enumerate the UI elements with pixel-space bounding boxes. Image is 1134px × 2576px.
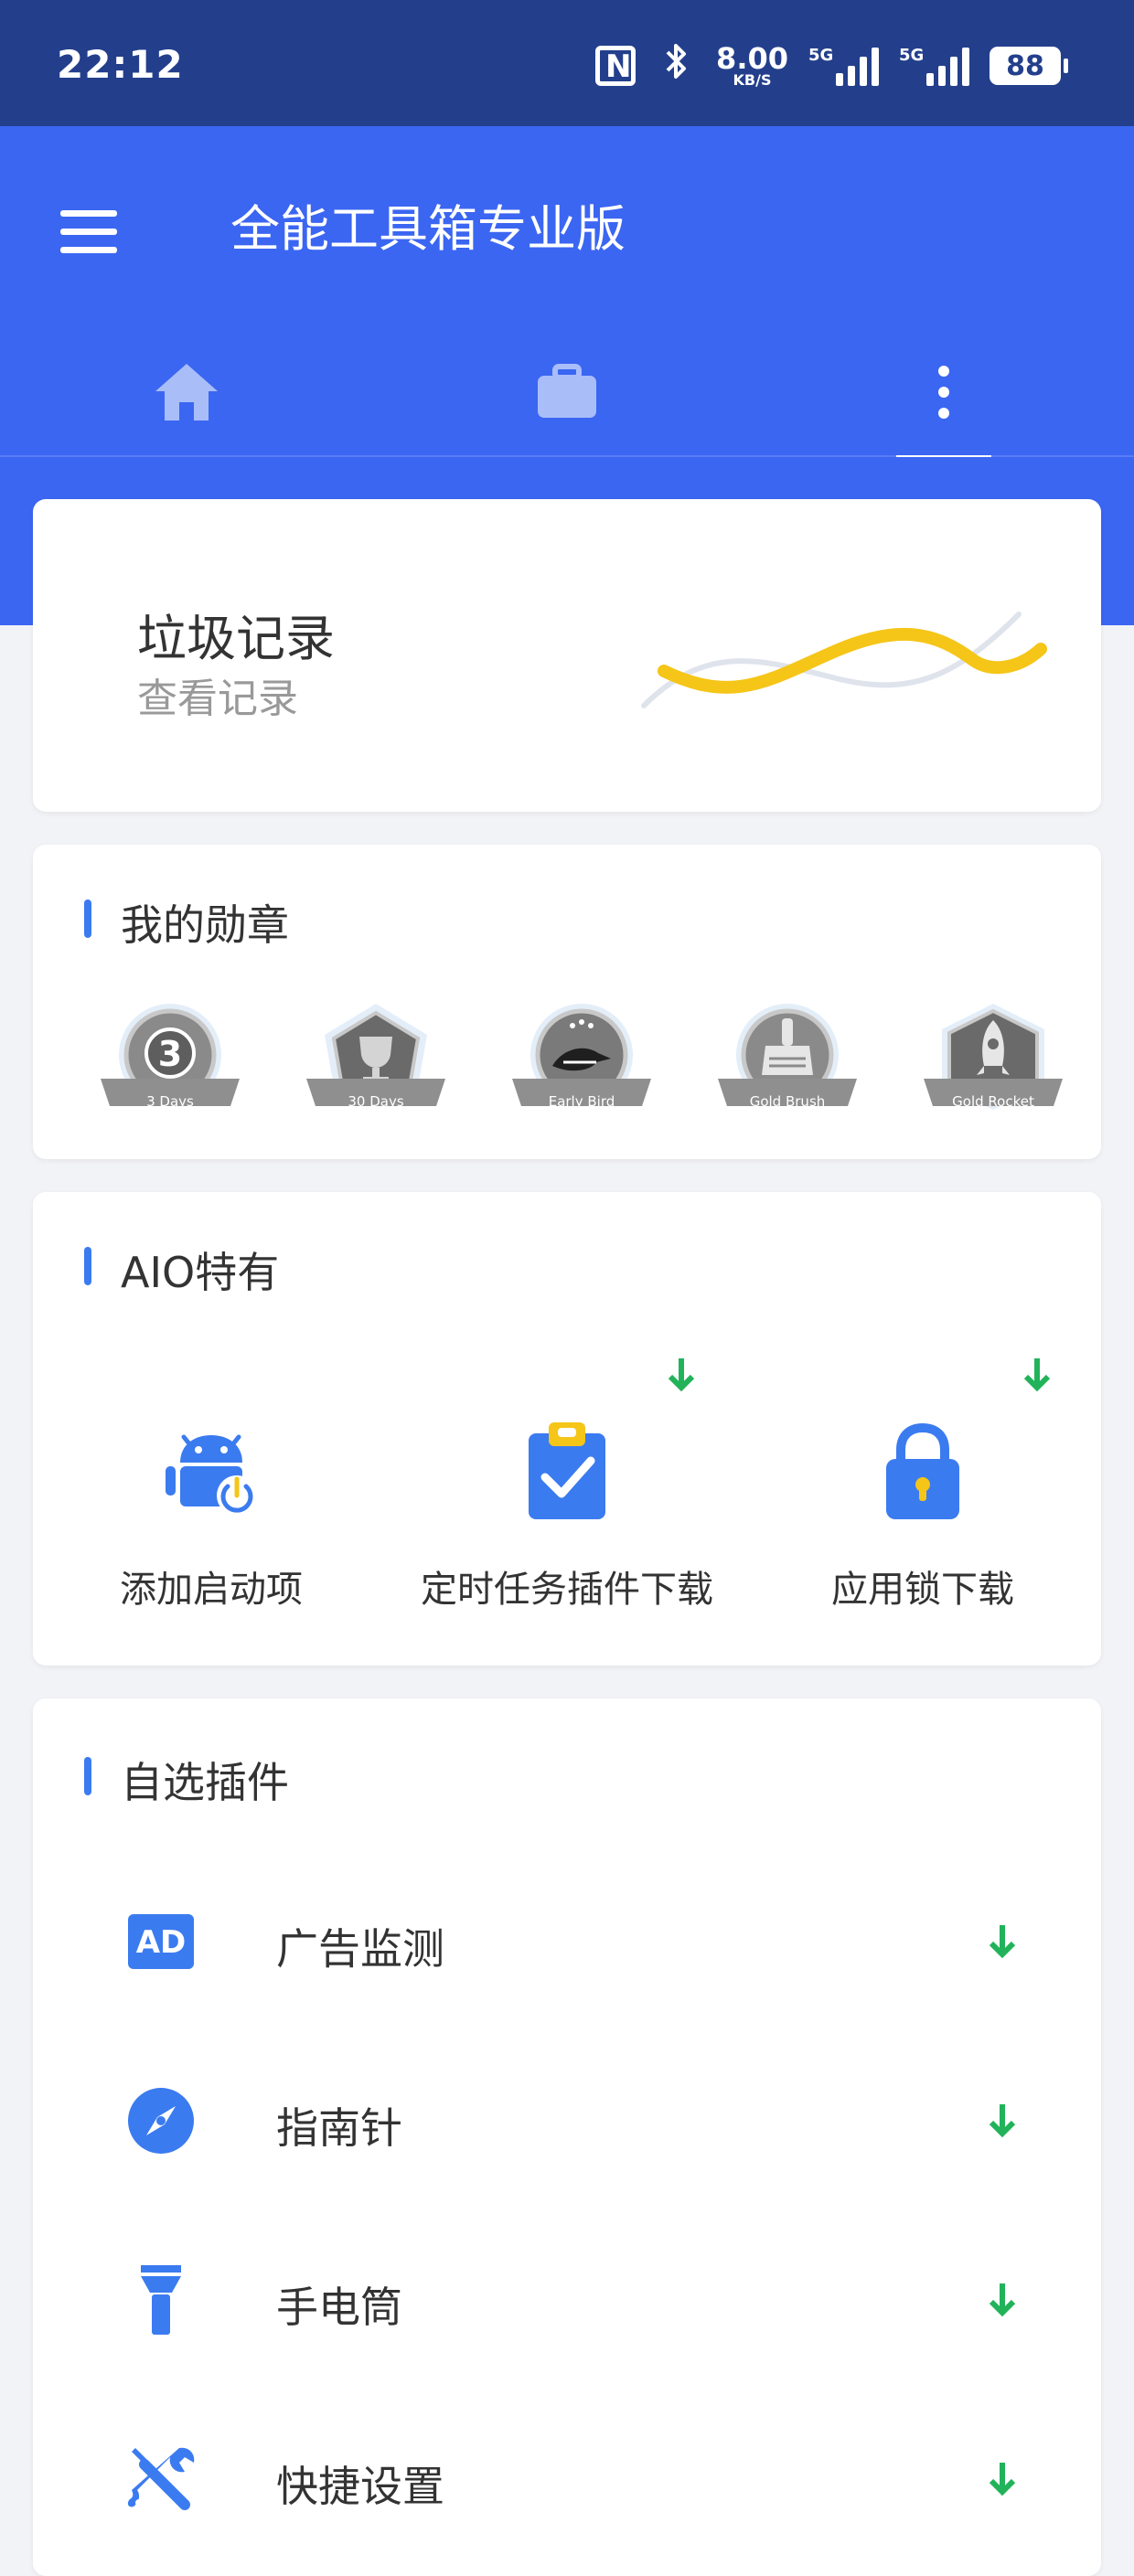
medal-gold-rocket[interactable]: Gold Rocket: [920, 1002, 1066, 1121]
battery-icon: 88: [990, 47, 1068, 85]
aio-card: AIO特有 添加启动项 定时任务插件下载 应用锁下载: [33, 1192, 1101, 1666]
ad-icon-text: AD: [136, 1924, 187, 1961]
download-icon: [1023, 1358, 1051, 1392]
status-time: 22:12: [57, 42, 184, 87]
medal-early-bird[interactable]: Early Bird: [508, 1002, 655, 1121]
speed-value: 8.00: [716, 41, 788, 76]
download-icon[interactable]: [988, 2461, 1017, 2497]
briefcase-icon: [538, 364, 596, 418]
plugins-card: 自选插件 AD 广告监测 指南针 手电筒 快捷设置: [33, 1698, 1101, 2576]
more-vertical-icon: [938, 366, 949, 419]
medal-center: 3: [158, 1034, 182, 1074]
flashlight-icon: [141, 2265, 181, 2335]
plugin-row-flashlight[interactable]: 手电筒: [33, 2210, 1101, 2390]
menu-button[interactable]: [55, 199, 121, 265]
junk-record-card[interactable]: 垃圾记录 查看记录: [33, 499, 1101, 812]
aio-item-label: 添加启动项: [120, 1569, 303, 1611]
medal-label: Gold Rocket: [952, 1093, 1034, 1110]
aio-section-title: AIO特有: [84, 1240, 279, 1300]
tab-more[interactable]: [834, 327, 1054, 457]
plugin-row-compass[interactable]: 指南针: [33, 2031, 1101, 2210]
medal-30-days[interactable]: 30 Days: [303, 1002, 449, 1121]
home-icon: [155, 364, 218, 420]
download-icon[interactable]: [988, 2102, 1017, 2139]
download-icon[interactable]: [988, 1923, 1017, 1960]
signal-icon: 5G: [808, 46, 879, 86]
junk-record-subtitle: 查看记录: [137, 676, 298, 722]
medal-gold-brush[interactable]: Gold Brush: [714, 1002, 861, 1121]
aio-item-label: 应用锁下载: [831, 1569, 1014, 1611]
signal-tag: 5G: [808, 46, 834, 65]
tab-tools[interactable]: [457, 327, 677, 457]
medal-label: Early Bird: [548, 1093, 615, 1110]
speed-unit: KB/S: [733, 71, 772, 89]
medal-3-days[interactable]: 3 3 Days: [97, 1002, 243, 1121]
status-bar: 22:12 8.00 KB/S 5G 5G 88: [0, 0, 1134, 126]
app-title: 全能工具箱专业版: [230, 200, 626, 258]
plugin-row-quick-settings[interactable]: 快捷设置: [33, 2390, 1101, 2569]
medal-label: 3 Days: [146, 1093, 194, 1110]
plugins-section-title: 自选插件: [84, 1750, 289, 1810]
tools-icon: [127, 2447, 195, 2510]
medals-list: 3 3 Days 30 Days Early Bird Gold Brush G…: [97, 1002, 1066, 1121]
aio-item-label: 定时任务插件下载: [421, 1569, 713, 1611]
plugin-label: 指南针: [276, 2103, 402, 2153]
clipboard-check-icon: [529, 1422, 605, 1519]
ad-icon: AD: [128, 1914, 194, 1969]
app-header: 全能工具箱专业版: [0, 126, 1134, 459]
compass-icon: [128, 2088, 194, 2154]
tab-home[interactable]: [77, 327, 296, 457]
android-power-icon: [166, 1434, 257, 1516]
add-startup-item[interactable]: 添加启动项: [33, 1357, 390, 1613]
junk-record-title: 垃圾记录: [137, 610, 335, 667]
app-lock-download-item[interactable]: 应用锁下载: [744, 1357, 1101, 1613]
medals-card: 我的勋章 3 3 Days 30 Days Early Bird Gold Br…: [33, 845, 1101, 1159]
download-icon[interactable]: [988, 2282, 1017, 2318]
lock-icon: [886, 1422, 959, 1519]
tab-bar: [0, 327, 1134, 457]
medal-label: Gold Brush: [749, 1093, 826, 1110]
signal-tag: 5G: [899, 46, 925, 65]
nfc-icon: [595, 46, 637, 86]
bluetooth-icon: [656, 41, 696, 90]
medal-label: 30 Days: [348, 1093, 404, 1110]
plugin-row-ad-monitor[interactable]: AD 广告监测: [33, 1852, 1101, 2031]
plugin-label: 广告监测: [276, 1924, 444, 1974]
medals-section-title: 我的勋章: [84, 892, 289, 953]
scheduled-task-download-item[interactable]: 定时任务插件下载: [389, 1357, 745, 1613]
wave-illustration: [641, 612, 1047, 708]
status-icons: 8.00 KB/S 5G 5G 88: [595, 40, 1068, 91]
plugin-label: 快捷设置: [276, 2462, 444, 2511]
signal-icon: 5G: [899, 46, 969, 86]
network-speed: 8.00 KB/S: [716, 44, 788, 88]
plugin-label: 手电筒: [276, 2283, 402, 2332]
download-icon: [668, 1358, 695, 1392]
